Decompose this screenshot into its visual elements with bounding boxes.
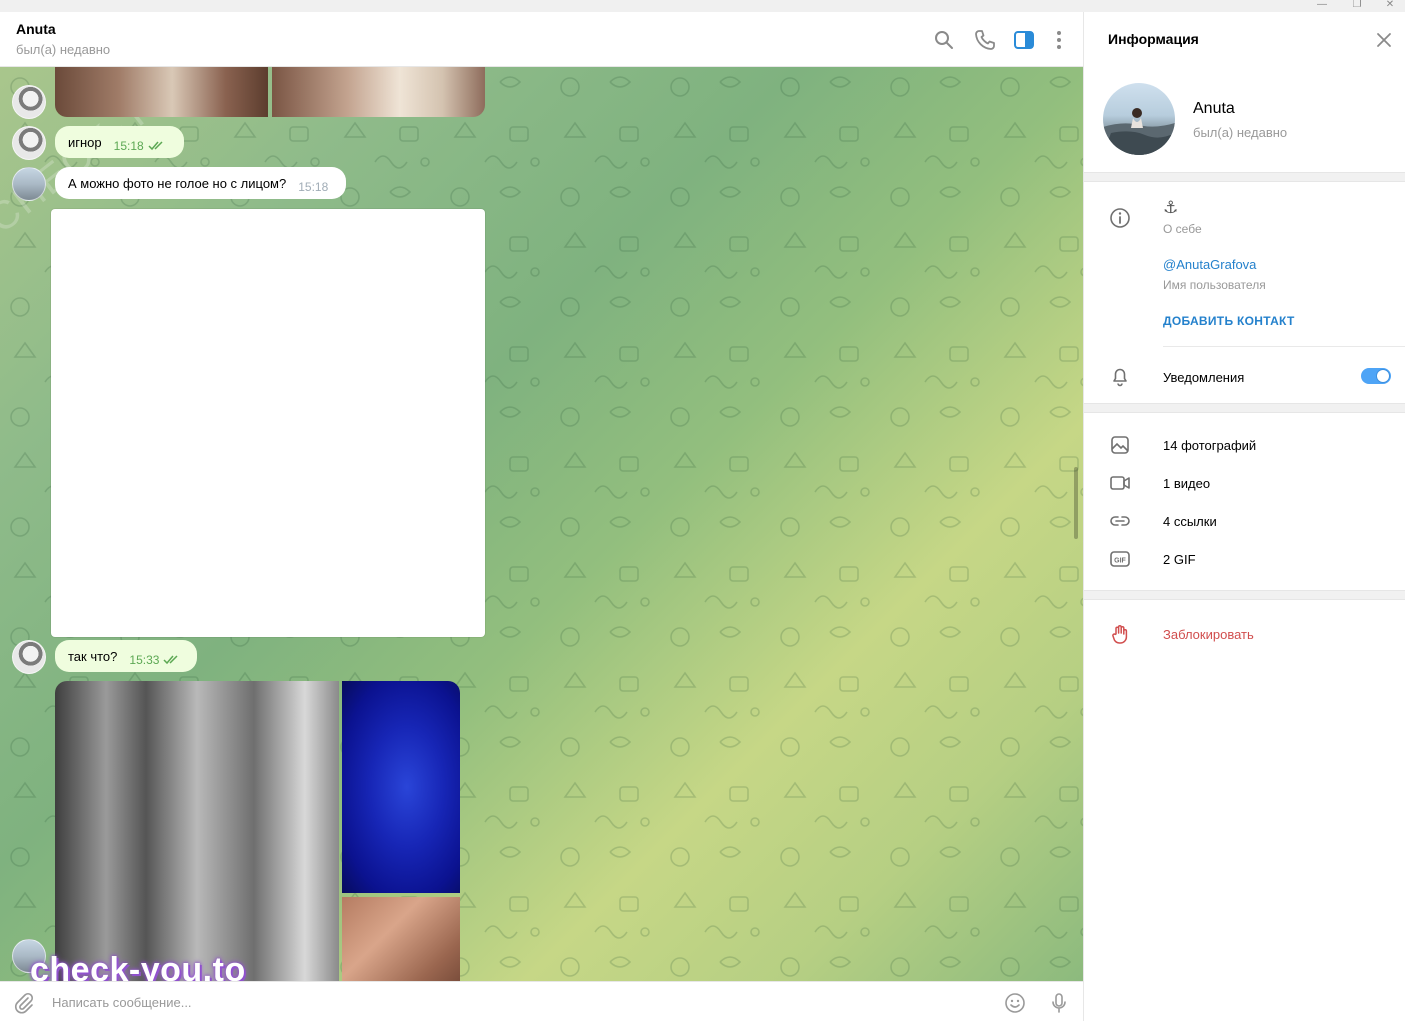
minimize-icon[interactable]: —: [1307, 0, 1337, 12]
read-checks-icon: [163, 655, 178, 665]
divider: [1084, 590, 1405, 600]
more-icon[interactable]: [1047, 28, 1071, 52]
message-incoming[interactable]: А можно фото не голое но с лицом? 15:18: [55, 167, 346, 199]
divider: [1084, 403, 1405, 413]
divider: [1084, 172, 1405, 182]
photo-thumb[interactable]: [55, 67, 268, 117]
gif-icon: GIF: [1110, 551, 1130, 567]
media-gifs[interactable]: 2 GIF: [1163, 552, 1196, 567]
peer-name[interactable]: Anuta: [16, 21, 56, 37]
phone-icon[interactable]: [973, 28, 997, 52]
notifications-label: Уведомления: [1163, 370, 1245, 385]
maximize-icon[interactable]: ❐: [1342, 0, 1372, 12]
separator: [1163, 346, 1405, 347]
window-close-icon[interactable]: ✕: [1375, 0, 1405, 12]
profile-avatar[interactable]: [1103, 83, 1175, 155]
media-videos[interactable]: 1 видео: [1163, 476, 1210, 491]
media-links[interactable]: 4 ссылки: [1163, 514, 1217, 529]
photo-bw[interactable]: [55, 681, 339, 981]
window-titlebar: — ❐ ✕: [0, 0, 1405, 12]
message-input[interactable]: [52, 991, 952, 1013]
profile-name: Anuta: [1193, 100, 1235, 117]
message-time: 15:18: [298, 180, 329, 194]
photo-icon: [1111, 436, 1129, 454]
photo-thumb[interactable]: [272, 67, 485, 117]
avatar[interactable]: [12, 640, 46, 674]
message-time: 15:18: [113, 139, 144, 153]
message-outgoing[interactable]: игнор 15:18: [55, 126, 184, 158]
block-button[interactable]: Заблокировать: [1163, 627, 1254, 642]
username-label: Имя пользователя: [1163, 278, 1266, 292]
panel-title: Информация: [1108, 31, 1199, 47]
message-time: 15:33: [129, 653, 160, 667]
chat-header: Anuta был(а) недавно: [0, 12, 1083, 67]
message-text: игнор: [68, 134, 102, 150]
video-icon: [1110, 476, 1130, 490]
media-photos[interactable]: 14 фотографий: [1163, 438, 1256, 453]
search-icon[interactable]: [932, 28, 956, 52]
sidebar-toggle-icon[interactable]: [1012, 28, 1036, 52]
message-outgoing[interactable]: так что? 15:33: [55, 640, 197, 672]
notifications-toggle[interactable]: [1361, 368, 1391, 384]
bio-value: ⚓: [1163, 198, 1179, 217]
username-link[interactable]: @AnutaGrafova: [1163, 257, 1256, 272]
bio-label: О себе: [1163, 222, 1202, 236]
close-icon[interactable]: [1372, 28, 1396, 52]
info-icon: [1110, 208, 1130, 228]
scrollbar[interactable]: [1074, 467, 1078, 539]
microphone-icon[interactable]: [1047, 991, 1071, 1015]
photo-blank[interactable]: [51, 209, 485, 637]
block-hand-icon: [1112, 625, 1128, 644]
emoji-icon[interactable]: [1003, 991, 1027, 1015]
message-text: так что?: [68, 648, 118, 664]
add-contact-button[interactable]: ДОБАВИТЬ КОНТАКТ: [1163, 314, 1295, 328]
chat-area[interactable]: CHECK-YOU.ME игнор 15:18 А можно фото не…: [0, 67, 1083, 981]
attach-icon[interactable]: [12, 991, 36, 1015]
svg-text:GIF: GIF: [1114, 558, 1126, 565]
avatar[interactable]: [12, 85, 46, 119]
avatar[interactable]: [12, 167, 46, 201]
read-checks-icon: [148, 141, 163, 151]
avatar[interactable]: [12, 126, 46, 160]
composer: [0, 981, 1083, 1021]
peer-status: был(а) недавно: [16, 42, 111, 57]
profile-status: был(а) недавно: [1193, 125, 1288, 140]
link-icon: [1110, 516, 1130, 526]
bell-icon: [1113, 368, 1127, 387]
photo-blue[interactable]: [342, 681, 460, 893]
message-text: А можно фото не голое но с лицом?: [68, 175, 287, 191]
photo-thumb[interactable]: [342, 897, 460, 981]
info-panel: Информация Anuta был(а) недавно ⚓ О себе…: [1083, 12, 1405, 1021]
